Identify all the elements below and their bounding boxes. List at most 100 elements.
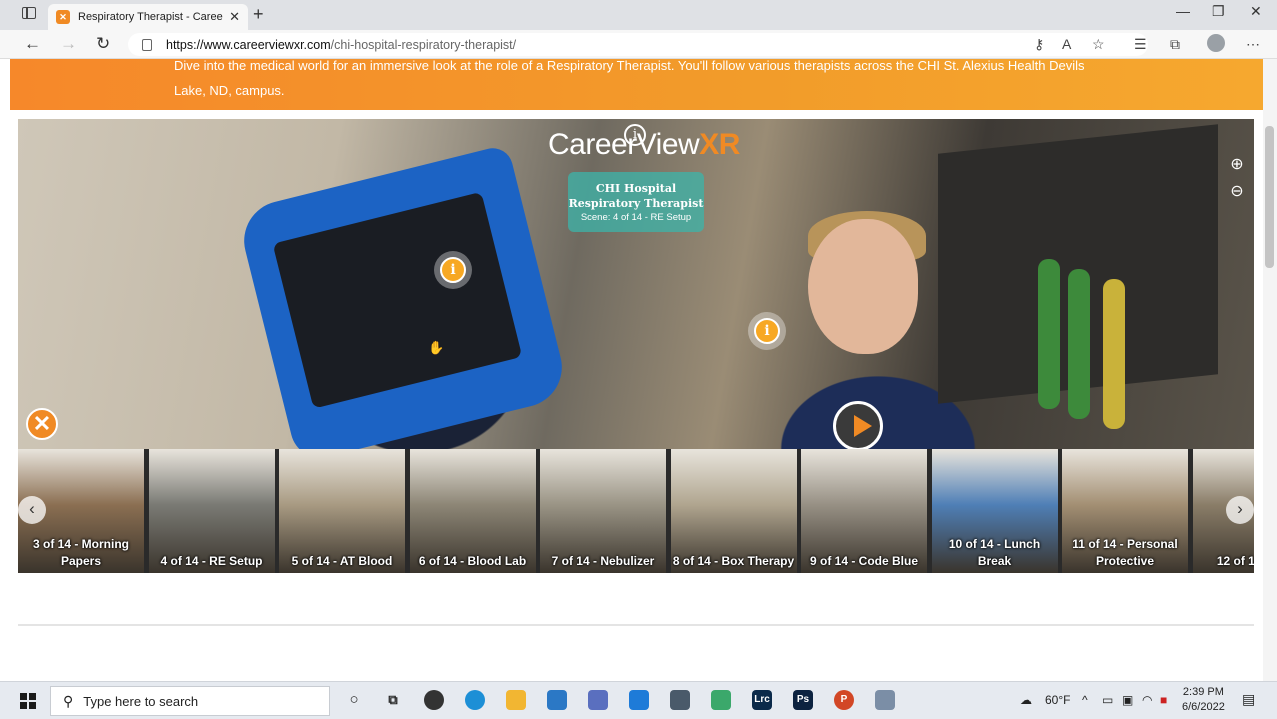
intro-banner: Dive into the medical world for an immer… [10,59,1263,110]
weather-temp[interactable]: 60°F [1045,693,1070,707]
refresh-icon[interactable]: ↻ [96,34,110,54]
tray-app-icon[interactable]: ■ [1160,693,1167,707]
clock-date: 6/6/2022 [1182,701,1225,713]
banner-line-2: Lake, ND, campus. [174,83,285,98]
banner-line-1: Dive into the medical world for an immer… [174,59,1085,73]
scene-thumbnail-label: 3 of 14 - Morning Papers [33,537,129,568]
scene-thumbnail[interactable]: 5 of 14 - AT Blood [279,449,405,573]
panorama-viewer[interactable] [18,119,1254,449]
sidebar-toggle-icon[interactable] [22,7,36,19]
taskbar-search-placeholder: Type here to search [83,693,199,709]
powerpoint-icon[interactable]: P [834,690,854,710]
scene-oxygen-tank [1103,279,1125,429]
store-icon[interactable] [547,690,567,710]
collections-icon[interactable]: ⧉ [1170,36,1180,53]
maps-icon[interactable] [711,690,731,710]
mail-icon[interactable] [629,690,649,710]
weather-cloud-icon[interactable]: ☁ [1020,693,1032,707]
scene-thumbnail[interactable]: 6 of 14 - Blood Lab [409,449,536,573]
scene-thumbnail[interactable]: 8 of 14 - Box Therapy [670,449,797,573]
obs-icon[interactable] [424,690,444,710]
task-view-icon[interactable]: ⧉ [383,690,403,710]
info-icon[interactable]: i [624,124,646,146]
tray-chevron-icon[interactable]: ^ [1082,693,1088,707]
caption-role: Respiratory Therapist [568,197,704,210]
tray-display-icon[interactable]: ▣ [1122,693,1133,707]
edge-icon[interactable] [465,690,485,710]
caption-scene: Scene: 4 of 14 - RE Setup [580,212,692,223]
windows-start-icon[interactable] [20,693,36,709]
scene-oxygen-tank [1038,259,1060,409]
hand-cursor-icon: ✋ [428,340,445,355]
scene-thumbnail[interactable]: 4 of 14 - RE Setup [148,449,275,573]
wifi-icon[interactable]: ◠ [1142,693,1152,707]
tab-close-icon[interactable]: ✕ [229,9,240,25]
page-scrollbar-thumb[interactable] [1265,126,1274,268]
file-explorer-icon[interactable] [506,690,526,710]
section-divider [18,624,1254,626]
scene-thumbnail-label: 5 of 14 - AT Blood [291,554,393,568]
url-host: https://www.careerviewxr.com [166,37,331,52]
scene-thumbnail[interactable]: 11 of 14 - Personal Protective [1062,449,1188,573]
scroll-left-icon[interactable]: ‹ [18,496,46,524]
scene-thumbnail-label: 9 of 14 - Code Blue [809,554,919,568]
scene-thumbnail-label: 8 of 14 - Box Therapy [672,554,795,568]
info-hotspot-icon[interactable]: i [754,318,780,344]
scene-thumbnail-label: 11 of 14 - Personal Protective [1072,537,1178,568]
scene-thumbnail-label: 6 of 14 - Blood Lab [418,554,527,568]
scene-thumbnail-label: 12 of 14 - Pati [1216,554,1254,568]
scene-thumbnail[interactable]: 10 of 14 - Lunch Break [931,449,1058,573]
search-icon: ⚲ [63,692,74,709]
scene-thumbnail-label: 4 of 14 - RE Setup [160,554,263,568]
scene-thumbnail[interactable]: 9 of 14 - Code Blue [801,449,927,573]
address-bar-row: ← → ↻ https://www.careerviewxr.com/chi-h… [0,30,1277,59]
remote-desktop-icon[interactable] [670,690,690,710]
taskbar-search[interactable]: ⚲ Type here to search [50,686,330,716]
minimize-icon[interactable]: — [1176,3,1190,19]
scene-thumbnail[interactable]: 7 of 14 - Nebulizer [540,449,666,573]
photos-icon[interactable] [588,690,608,710]
scene-thumbnail-strip: 3 of 14 - Morning Papers 4 of 14 - RE Set… [18,449,1254,573]
profile-avatar[interactable] [1207,34,1225,52]
forward-icon[interactable]: → [60,34,77,54]
lock-icon [142,38,152,51]
clock-time: 2:39 PM [1182,686,1224,698]
more-options-icon[interactable]: ⋯ [1246,36,1260,53]
scroll-right-icon[interactable]: › [1226,496,1254,524]
favorite-star-icon[interactable]: ☆ [1092,36,1105,53]
lightroom-icon[interactable]: Lrc [752,690,772,710]
scene-thumbnail-label: 10 of 14 - Lunch Break [948,537,1041,568]
url-field[interactable]: https://www.careerviewxr.com/chi-hospita… [128,33,1148,56]
taskbar-clock[interactable]: 2:39 PM 6/6/2022 [1182,685,1225,715]
scene-ventilator [235,143,571,449]
back-icon[interactable]: ← [24,34,41,54]
url-path: /chi-hospital-respiratory-therapist/ [330,37,517,52]
site-favicon-icon: ✕ [56,10,70,24]
windows-taskbar: ⚲ Type here to search ○ ⧉ Lrc Ps P ☁ 60°… [0,681,1277,719]
zoom-out-icon[interactable]: ⊖ [1226,181,1248,203]
zoom-in-icon[interactable]: ⊕ [1226,154,1248,176]
window-close-icon[interactable]: ✕ [1250,3,1262,20]
caption-hospital: CHI Hospital [595,182,677,195]
close-tour-button[interactable]: ✕ [26,408,58,440]
favorites-list-icon[interactable]: ☰ [1134,36,1147,53]
browser-tab-bar: ✕ Respiratory Therapist - CareerVi ✕ + —… [0,0,1277,30]
new-tab-button[interactable]: + [253,4,264,25]
browser-tab[interactable]: ✕ Respiratory Therapist - CareerVi ✕ [48,4,248,30]
key-icon[interactable]: ⚷ [1034,36,1044,53]
read-aloud-icon[interactable]: A [1062,36,1071,52]
app-icon[interactable] [875,690,895,710]
scene-oxygen-tank [1068,269,1090,419]
info-hotspot-icon[interactable]: i [440,257,466,283]
cortana-icon[interactable]: ○ [344,690,364,710]
scene-therapist-head [808,219,918,354]
photoshop-icon[interactable]: Ps [793,690,813,710]
scene-thumbnail-label: 7 of 14 - Nebulizer [551,554,655,568]
maximize-icon[interactable]: ❐ [1212,3,1225,20]
tab-title: Respiratory Therapist - CareerVi [78,11,224,23]
play-button[interactable] [833,401,883,451]
scene-caption: CHI Hospital Respiratory Therapist Scene… [568,172,704,232]
tray-device-icon[interactable]: ▭ [1102,693,1113,707]
notification-icon[interactable]: ▤ [1242,691,1260,709]
screen: ✕ Respiratory Therapist - CareerVi ✕ + —… [0,0,1277,719]
